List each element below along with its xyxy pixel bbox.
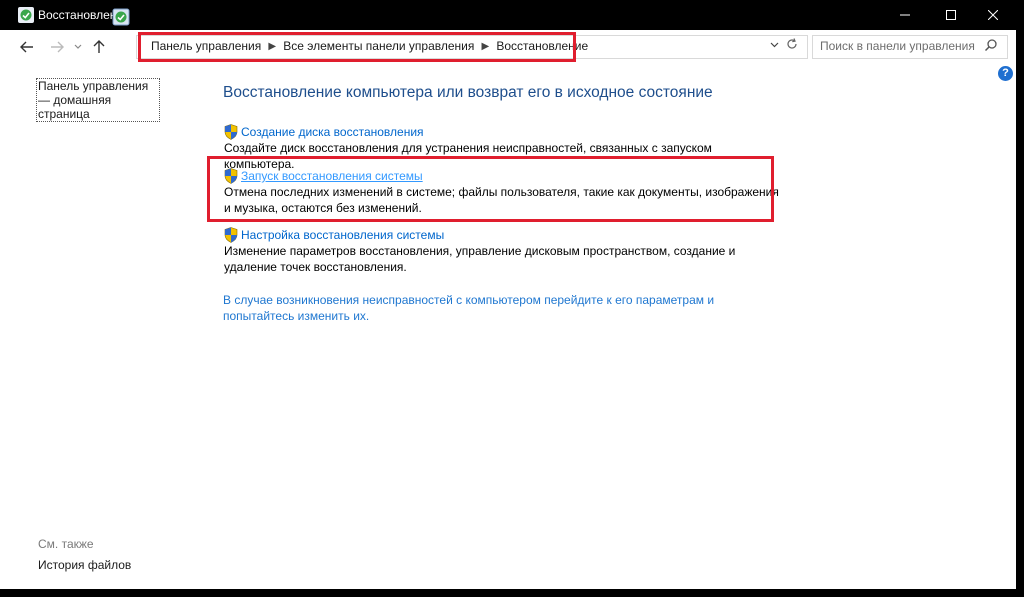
refresh-icon [787,38,797,49]
uac-shield-icon [224,124,238,140]
chevron-down-icon [74,44,82,49]
recovery-window: Восстановление Панель управления ▶ Все э… [0,0,1016,589]
uac-shield-icon [224,227,238,243]
maximize-button[interactable] [928,0,974,30]
recovery-location-icon [112,8,130,26]
recent-locations-button[interactable] [72,38,84,56]
up-button[interactable] [90,38,108,56]
arrow-up-icon [93,40,105,53]
title-bar: Восстановление [0,0,1016,30]
back-button[interactable] [18,38,36,56]
address-history-button[interactable] [770,40,779,50]
search-placeholder[interactable]: Поиск в панели управления [820,39,975,53]
chevron-down-icon [770,42,779,48]
create-recovery-drive-link[interactable]: Создание диска восстановления [241,125,424,139]
arrow-right-icon [51,41,64,53]
file-history-link[interactable]: История файлов [38,558,131,572]
reset-pc-link[interactable]: В случае возникновения неисправностей с … [223,292,783,324]
search-icon[interactable] [984,38,998,52]
page-title: Восстановление компьютера или возврат ег… [223,84,713,101]
address-bar-highlight-frame [138,32,576,62]
close-button[interactable] [970,0,1016,30]
control-panel-home-link[interactable]: Панель управления — домашняя страница [36,78,160,122]
configure-system-restore-description: Изменение параметров восстановления, упр… [224,244,736,274]
system-restore-highlight-frame [207,156,774,222]
configure-system-restore-link[interactable]: Настройка восстановления системы [241,228,444,242]
forward-button[interactable] [48,38,66,56]
see-also-label: См. также [38,537,94,551]
recovery-app-icon [18,7,34,23]
maximize-icon [946,10,956,20]
minimize-button[interactable] [882,0,928,30]
help-icon[interactable]: ? [998,66,1013,81]
minimize-icon [900,14,910,16]
arrow-left-icon [20,41,33,53]
close-icon [988,10,998,20]
refresh-button[interactable] [786,38,798,53]
